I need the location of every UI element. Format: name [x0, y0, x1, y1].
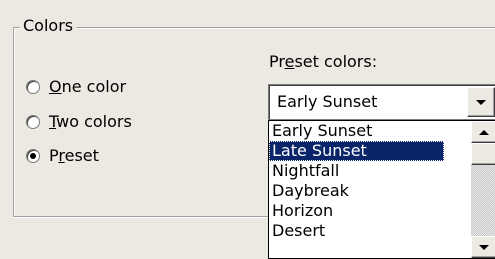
radio-dot-icon	[30, 153, 36, 159]
radio-button-icon[interactable]	[26, 80, 40, 94]
vertical-scrollbar[interactable]	[471, 121, 495, 258]
chevron-up-icon	[479, 129, 489, 135]
scroll-down-button[interactable]	[471, 236, 495, 258]
radio-one-color-label: One color	[49, 77, 127, 96]
list-item[interactable]: Desert	[269, 221, 444, 241]
radio-two-colors-label: Two colors	[49, 112, 132, 131]
preset-colors-dropdown-list[interactable]: Early Sunset Late Sunset Nightfall Daybr…	[268, 120, 495, 259]
list-item[interactable]: Daybreak	[269, 181, 444, 201]
list-item[interactable]: Horizon	[269, 201, 444, 221]
radio-one-color[interactable]: One color	[26, 76, 126, 98]
list-item-highlighted[interactable]: Late Sunset	[269, 141, 444, 161]
list-item[interactable]: Early Sunset	[269, 121, 444, 141]
chevron-down-icon	[476, 99, 486, 105]
preset-colors-combobox[interactable]: Early Sunset	[268, 84, 495, 120]
colors-group-legend: Colors	[20, 16, 77, 36]
list-item[interactable]: Nightfall	[269, 161, 444, 181]
radio-button-selected-icon[interactable]	[26, 149, 40, 163]
radio-preset-label: Preset	[49, 146, 99, 165]
scroll-thumb[interactable]	[471, 143, 495, 165]
radio-two-colors[interactable]: Two colors	[26, 111, 132, 133]
dropdown-button[interactable]	[467, 87, 495, 117]
scroll-up-button[interactable]	[471, 121, 495, 143]
radio-button-icon[interactable]	[26, 115, 40, 129]
chevron-down-icon	[479, 244, 489, 250]
preset-colors-label: Preset colors:	[269, 52, 378, 71]
radio-preset[interactable]: Preset	[26, 145, 99, 167]
combobox-selected-value: Early Sunset	[277, 92, 378, 111]
